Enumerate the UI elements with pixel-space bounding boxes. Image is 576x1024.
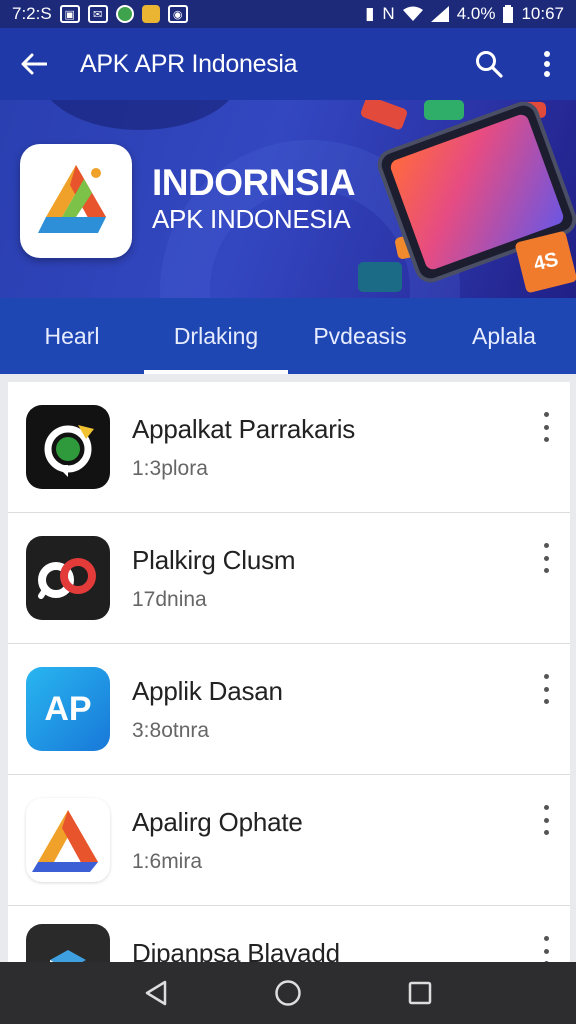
decor-cube-red — [359, 100, 409, 131]
item-title: Plalkirg Clusm — [132, 544, 296, 575]
list-item[interactable]: AP Applik Dasan 3:8otnra — [8, 644, 570, 775]
overflow-menu-button[interactable] — [518, 28, 576, 100]
wifi-icon — [402, 6, 423, 21]
status-time-right: 10:67 — [521, 4, 564, 23]
item-title: Applik Dasan — [132, 675, 283, 706]
arrow-left-icon — [21, 53, 47, 75]
camera-app-icon — [26, 405, 110, 489]
square-recents-icon — [408, 981, 432, 1005]
status-time-left: 7:2:S — [12, 4, 52, 23]
nav-back-button[interactable] — [136, 973, 176, 1013]
item-title: Appalkat Parrakaris — [132, 413, 356, 444]
list-item[interactable]: Apalirg Ophate 1:6mira — [8, 775, 570, 906]
item-more-button[interactable] — [536, 936, 556, 962]
item-subtitle: 1:6mira — [132, 849, 203, 873]
banner-subtitle: APK INDONESIA — [152, 204, 351, 234]
list-item[interactable]: Plalkirg Clusm 17dnina — [8, 513, 570, 644]
decor-cube-dark — [358, 262, 402, 292]
tab-home[interactable]: Hearl — [0, 298, 144, 374]
triangle-logo-icon — [38, 165, 106, 233]
ap-app-icon: AP — [26, 667, 110, 751]
circle-home-icon — [275, 980, 301, 1006]
list-item[interactable]: Dipanpsa Blavadd — [8, 906, 570, 962]
badge-text: 4S — [531, 247, 561, 276]
more-vertical-icon — [544, 51, 550, 77]
tab-bar: Hearl Drlaking Pvdeasis Aplala — [0, 298, 576, 374]
banner-title: INDORNSIA — [152, 162, 356, 203]
ap-icon-text: AP — [44, 689, 92, 728]
nav-recents-button[interactable] — [400, 973, 440, 1013]
tab-apps[interactable]: Aplala — [432, 298, 576, 374]
decor-cube-green — [424, 100, 464, 120]
list-item[interactable]: Appalkat Parrakaris 1:3plora — [8, 382, 570, 513]
tab-ranking[interactable]: Drlaking — [144, 298, 288, 374]
app-list: Appalkat Parrakaris 1:3plora Plalkirg Cl… — [8, 382, 570, 962]
vibrate-icon: ▮ — [365, 4, 375, 23]
tab-label: Drlaking — [173, 322, 259, 349]
tab-label: Pvdeasis — [313, 322, 407, 349]
banner-glow — [40, 100, 240, 130]
item-subtitle: 3:8otnra — [132, 718, 210, 742]
tab-providers[interactable]: Pvdeasis — [288, 298, 432, 374]
search-button[interactable] — [460, 28, 518, 100]
nfc-icon: N — [382, 4, 395, 23]
item-subtitle: 17dnina — [132, 587, 207, 611]
system-nav-bar — [0, 962, 576, 1024]
infinity-app-icon — [26, 536, 110, 620]
triangle-back-icon — [145, 980, 167, 1006]
tab-label: Hearl — [44, 322, 100, 349]
item-title: Apalirg Ophate — [132, 806, 303, 837]
search-icon — [476, 51, 503, 78]
mail-icon: ✉ — [87, 5, 108, 23]
item-more-button[interactable] — [536, 412, 556, 442]
item-more-button[interactable] — [536, 543, 556, 573]
page-title: APK APR Indonesia — [80, 49, 298, 78]
shield-icon: ◉ — [167, 5, 188, 23]
browser-icon — [115, 5, 134, 23]
cube-app-icon — [26, 924, 110, 962]
banner-app-logo — [20, 144, 132, 258]
screenshot-icon: ▣ — [59, 5, 80, 23]
triangle-app-icon — [26, 798, 110, 882]
hero-banner: INDORNSIA APK INDONESIA 4S — [0, 100, 576, 298]
app-bar: APK APR Indonesia — [0, 28, 576, 100]
battery-icon — [503, 5, 514, 23]
item-title: Dipanpsa Blavadd — [132, 938, 340, 962]
decor-badge: 4S — [514, 230, 576, 294]
status-bar: 7:2:S ▣ ✉ ◉ ▮ N 4.0% 10:67 — [0, 0, 576, 28]
tab-label: Aplala — [472, 322, 536, 349]
nav-home-button[interactable] — [268, 973, 308, 1013]
item-more-button[interactable] — [536, 805, 556, 835]
back-button[interactable] — [0, 28, 68, 100]
item-subtitle: 1:3plora — [132, 456, 208, 480]
battery-percent: 4.0% — [456, 4, 496, 23]
item-more-button[interactable] — [536, 674, 556, 704]
signal-icon — [430, 6, 449, 22]
notification-app-icon — [141, 5, 160, 23]
